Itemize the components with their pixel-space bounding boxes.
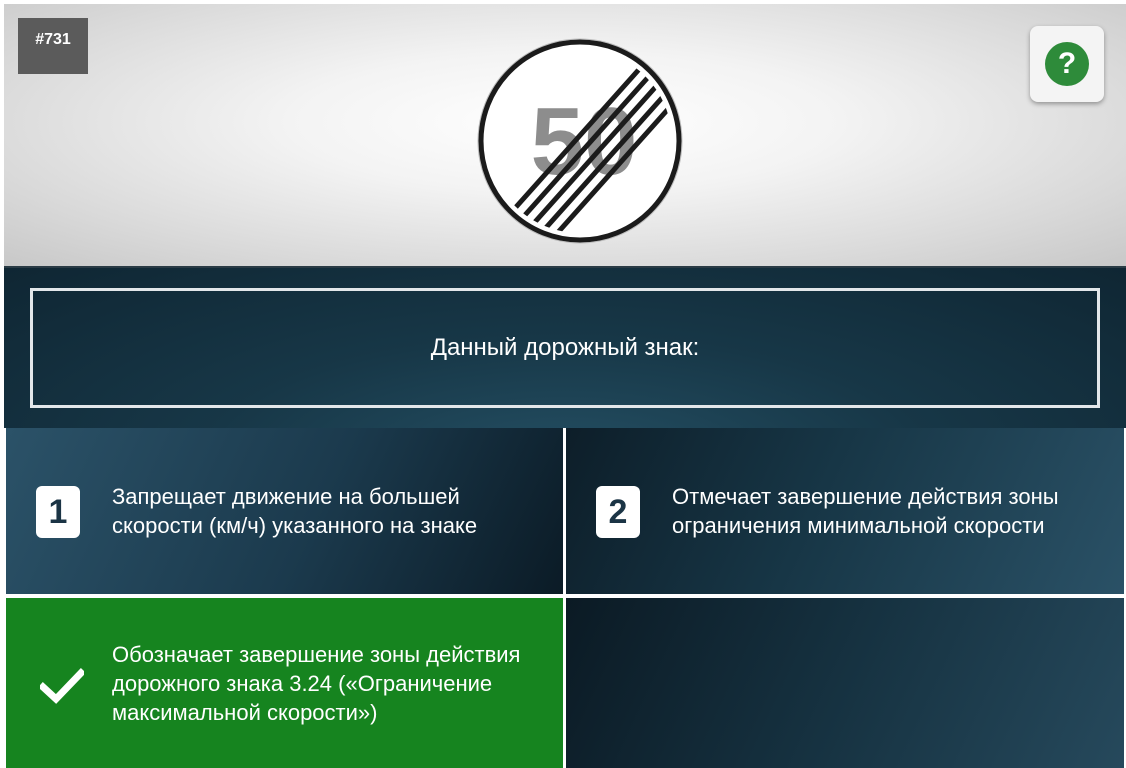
answer-option-correct[interactable]: Обозначает завершение зоны действия доро… (6, 598, 563, 768)
help-button[interactable]: ? (1030, 26, 1104, 102)
question-card: #731 50 ? Данный дорожный знак: 1 Запрещ… (4, 4, 1126, 768)
answer-text: Отмечает завершение действия зоны ограни… (672, 484, 1059, 538)
sign-image-area: #731 50 ? (4, 4, 1126, 266)
answer-text: Обозначает завершение зоны действия доро… (112, 642, 521, 725)
road-sign-end-of-speed-limit: 50 (477, 38, 683, 244)
answer-option-2[interactable]: 2 Отмечает завершение действия зоны огра… (566, 428, 1124, 594)
answer-option-empty (566, 598, 1124, 768)
answer-text: Запрещает движение на большей скорости (… (112, 484, 478, 538)
question-box: Данный дорожный знак: (30, 288, 1100, 408)
question-panel: Данный дорожный знак: (4, 266, 1126, 428)
question-mark-icon: ? (1045, 42, 1089, 86)
question-text: Данный дорожный знак: (430, 334, 700, 361)
answer-option-1[interactable]: 1 Запрещает движение на большей скорости… (6, 428, 563, 594)
answer-number-badge: 1 (36, 486, 80, 538)
question-number-badge: #731 (18, 18, 88, 74)
checkmark-icon (40, 668, 84, 704)
answer-number-badge: 2 (596, 486, 640, 538)
